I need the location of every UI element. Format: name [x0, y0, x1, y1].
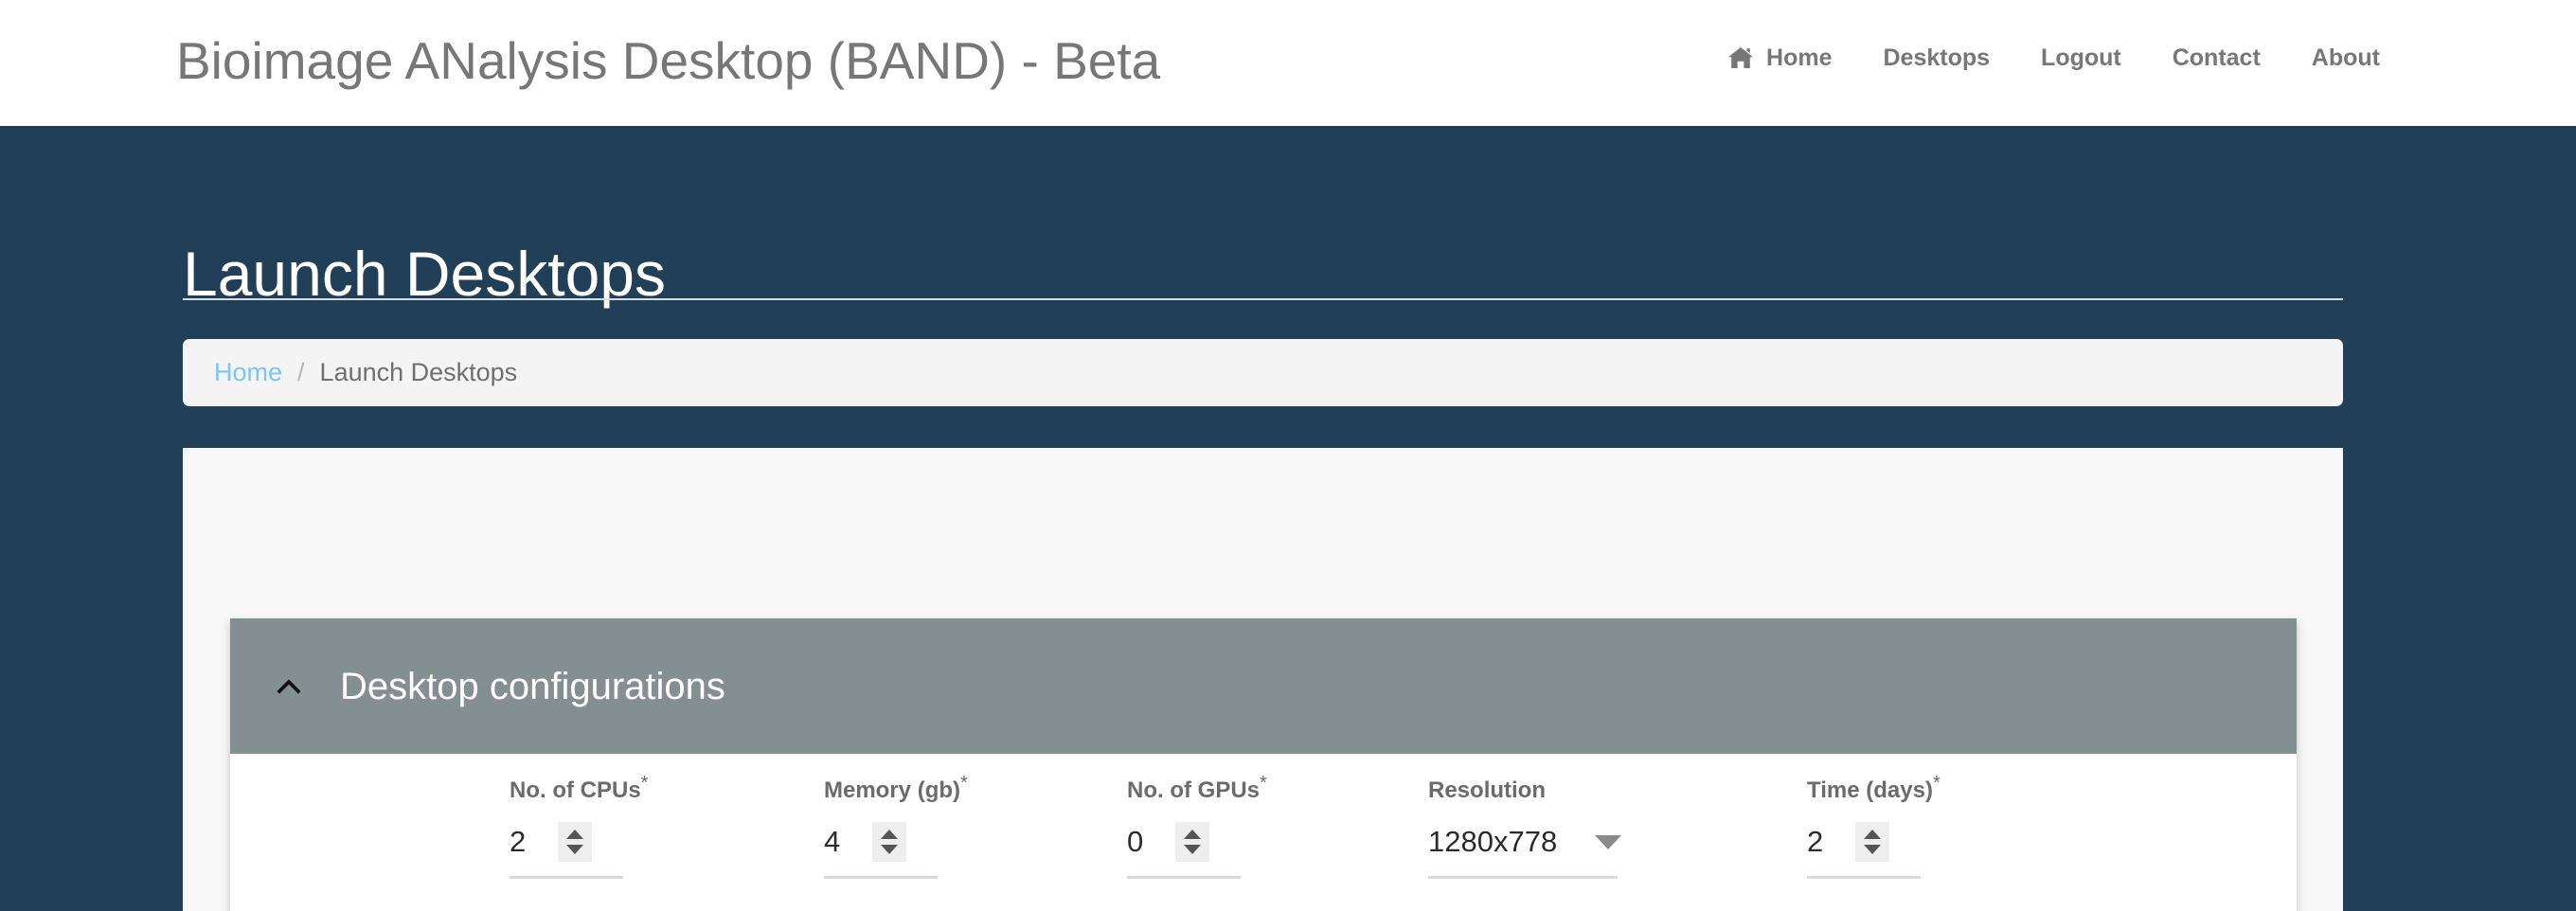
breadcrumb-separator: / [297, 358, 305, 386]
number-input-no-of-cpus[interactable]: 2 [510, 821, 623, 863]
field-value-memory-gb: 4 [824, 825, 841, 858]
stepper-down-icon[interactable] [1864, 845, 1882, 854]
nav-link-contact[interactable]: Contact [2147, 44, 2286, 72]
nav-link-home[interactable]: Home [1703, 44, 1857, 72]
field-value-no-of-gpus: 0 [1127, 825, 1144, 858]
stepper-time-days[interactable] [1855, 822, 1890, 862]
field-value-time-days: 2 [1807, 825, 1824, 858]
stepper-down-icon[interactable] [881, 845, 899, 854]
required-marker: * [960, 773, 968, 794]
stepper-memory-gb[interactable] [872, 822, 907, 862]
field-time-days: Time (days)* 2 [1807, 770, 1941, 879]
required-marker: * [640, 773, 649, 794]
field-underline-no-of-cpus [510, 876, 623, 879]
nav-link-home-label: Home [1766, 45, 1833, 71]
nav-link-about[interactable]: About [2286, 44, 2406, 72]
panel-body: No. of CPUs* 2 Memory (gb)* 4 No. of GPU… [230, 754, 2297, 911]
stepper-up-icon[interactable] [566, 830, 584, 839]
breadcrumb: Home / Launch Desktops [183, 339, 2343, 406]
app-root: Bioimage ANalysis Desktop (BAND) - Beta … [0, 0, 2576, 911]
content-card: Desktop configurations No. of CPUs* 2 Me… [183, 448, 2343, 911]
nav-links: Home Desktops Logout Contact About [1703, 44, 2406, 72]
field-value-no-of-cpus: 2 [510, 825, 527, 858]
field-resolution: Resolution 1280x778 [1428, 770, 1622, 879]
desktop-configurations-panel: Desktop configurations No. of CPUs* 2 Me… [230, 618, 2297, 911]
number-input-memory-gb[interactable]: 4 [824, 821, 938, 863]
nav-link-logout[interactable]: Logout [2015, 44, 2147, 72]
field-no-of-gpus: No. of GPUs* 0 [1127, 770, 1267, 879]
app-brand-title[interactable]: Bioimage ANalysis Desktop (BAND) - Beta [176, 27, 1160, 95]
number-input-time-days[interactable]: 2 [1807, 821, 1921, 863]
stepper-no-of-cpus[interactable] [558, 822, 593, 862]
nav-link-contact-label: Contact [2172, 45, 2261, 71]
number-input-no-of-gpus[interactable]: 0 [1127, 821, 1241, 863]
required-marker: * [1932, 773, 1941, 794]
top-navbar: Bioimage ANalysis Desktop (BAND) - Beta … [0, 0, 2576, 126]
stepper-up-icon[interactable] [881, 830, 899, 839]
field-label-no-of-gpus: No. of GPUs* [1127, 773, 1267, 803]
stepper-up-icon[interactable] [1184, 830, 1202, 839]
chevron-up-icon[interactable] [273, 670, 305, 703]
field-underline-time-days [1807, 876, 1921, 879]
home-icon [1728, 46, 1754, 69]
nav-link-desktops[interactable]: Desktops [1858, 44, 2016, 72]
panel-header-toggle[interactable]: Desktop configurations [230, 618, 2297, 754]
field-value-resolution: 1280x778 [1428, 825, 1558, 858]
field-label-time-days: Time (days)* [1807, 773, 1941, 803]
field-memory-gb: Memory (gb)* 4 [824, 770, 968, 879]
required-marker: * [1260, 773, 1267, 794]
breadcrumb-item-home[interactable]: Home [214, 358, 282, 387]
field-underline-resolution [1428, 876, 1618, 879]
field-no-of-cpus: No. of CPUs* 2 [510, 770, 648, 879]
field-underline-no-of-gpus [1127, 876, 1241, 879]
field-label-memory-gb: Memory (gb)* [824, 773, 968, 803]
chevron-down-icon[interactable] [1595, 834, 1622, 849]
title-divider [183, 298, 2343, 300]
stepper-no-of-gpus[interactable] [1175, 822, 1210, 862]
panel-title: Desktop configurations [340, 665, 725, 707]
field-label-resolution: Resolution [1428, 777, 1546, 803]
page-background: Launch Desktops Home / Launch Desktops D… [0, 126, 2576, 911]
select-resolution[interactable]: 1280x778 [1428, 821, 1622, 863]
nav-link-about-label: About [2311, 45, 2380, 71]
stepper-up-icon[interactable] [1864, 830, 1882, 839]
stepper-down-icon[interactable] [566, 845, 584, 854]
nav-link-desktops-label: Desktops [1883, 45, 1991, 71]
stepper-down-icon[interactable] [1184, 845, 1202, 854]
field-underline-memory-gb [824, 876, 938, 879]
breadcrumb-item-current: Launch Desktops [319, 358, 518, 386]
nav-link-logout-label: Logout [2041, 45, 2121, 71]
field-label-no-of-cpus: No. of CPUs* [510, 773, 649, 803]
